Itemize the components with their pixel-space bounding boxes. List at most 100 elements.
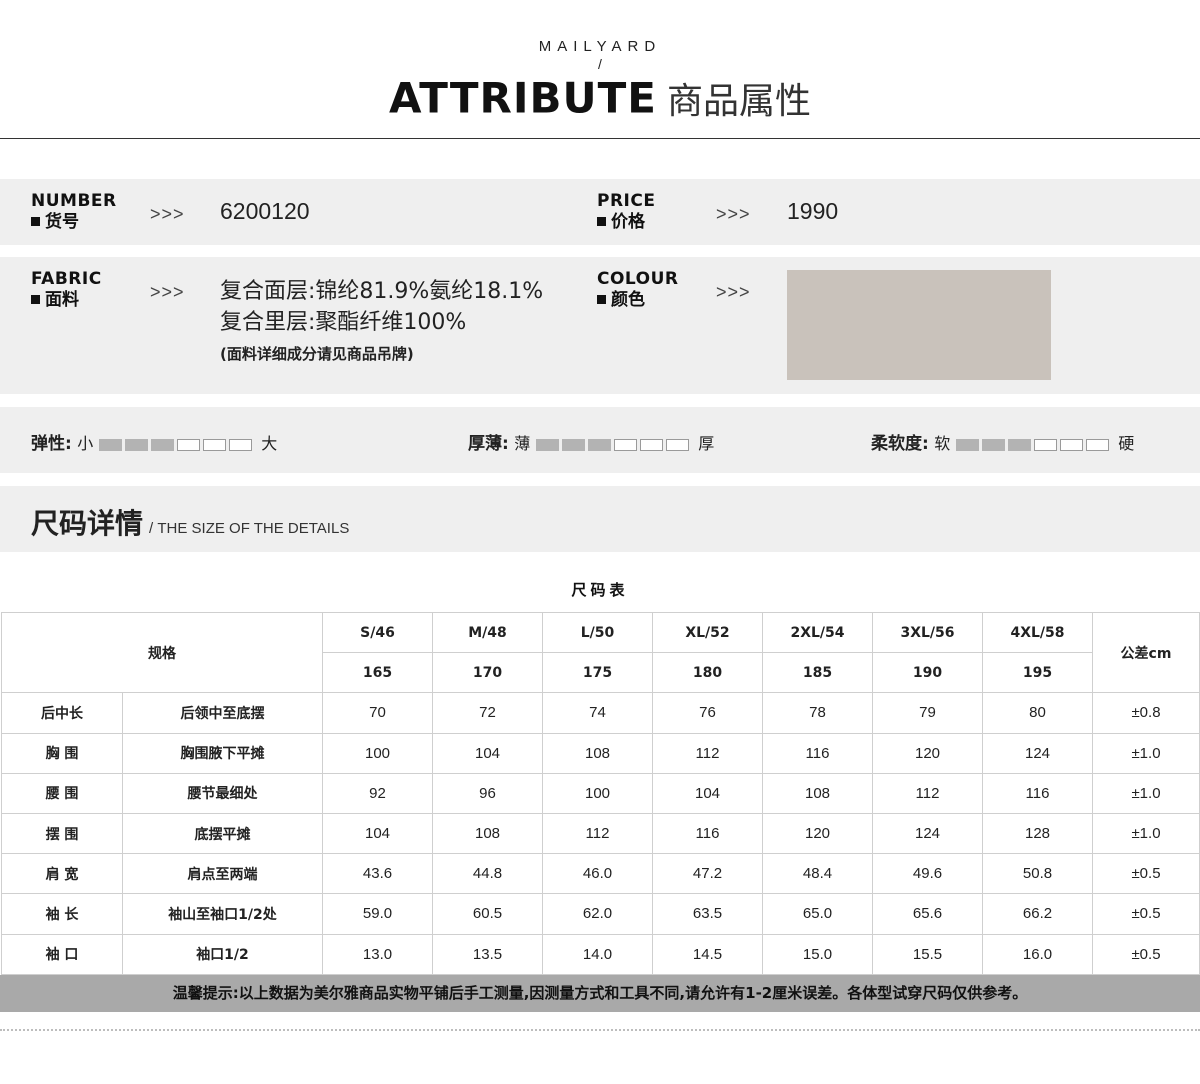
value-cell: 60.5: [432, 893, 543, 935]
square-bullet-icon: [31, 295, 40, 304]
method-cell: 腰节最细处: [122, 772, 323, 814]
info-band-number-price: NUMBER 货号 >>> 6200120 PRICE 价格 >>> 1990: [0, 179, 1200, 245]
scale-box: [640, 439, 664, 451]
method-cell: 底摆平摊: [122, 812, 323, 855]
value-cell: 62.0: [542, 893, 653, 935]
size-header: L/50: [542, 611, 653, 654]
tolerance-cell: ±1.0: [1092, 812, 1200, 855]
value-cell: 128: [982, 812, 1093, 855]
value-cell: 96: [432, 772, 543, 814]
number-arrows: >>>: [150, 204, 185, 224]
value-cell: 104: [322, 812, 433, 855]
number-label-cn-text: 货号: [45, 212, 79, 232]
height-header: 195: [982, 652, 1093, 694]
colour-label-cn-text: 颜色: [611, 290, 645, 310]
scale-boxes: [956, 435, 1112, 455]
fabric-arrows: >>>: [150, 282, 185, 302]
part-cell: 后中长: [1, 692, 123, 734]
value-cell: 44.8: [432, 853, 543, 895]
value-cell: 124: [982, 732, 1093, 774]
size-table: 规格 S/46 M/48 L/50 XL/52 2XL/54 3XL/56 4XL/58 公差c…: [1, 611, 1200, 975]
value-cell: 104: [432, 732, 543, 774]
price-value: 1990: [787, 198, 839, 224]
value-cell: 43.6: [322, 853, 433, 895]
tolerance-cell: ±0.5: [1092, 893, 1200, 935]
value-cell: 112: [652, 732, 763, 774]
size-section-header: 尺码详情 / THE SIZE OF THE DETAILS: [0, 486, 1200, 552]
value-cell: 48.4: [762, 853, 873, 895]
square-bullet-icon: [31, 217, 40, 226]
size-section-title-cn: 尺码详情: [31, 507, 144, 540]
scale-high: 大: [261, 434, 278, 453]
colour-arrows: >>>: [716, 282, 751, 302]
size-table-caption: 尺码表: [571, 581, 629, 599]
scale-box: [203, 439, 227, 451]
value-cell: 80: [982, 692, 1093, 734]
value-cell: 78: [762, 692, 873, 734]
info-band-fabric-colour: FABRIC 面料 >>> 复合面层:锦纶81.9%氨纶18.1% 复合里层:聚…: [0, 257, 1200, 394]
height-header: 180: [652, 652, 763, 694]
tolerance-cell: ±0.5: [1092, 853, 1200, 895]
value-cell: 49.6: [872, 853, 983, 895]
size-header: S/46: [322, 611, 433, 654]
value-cell: 14.5: [652, 933, 763, 975]
price-label-cn: 价格: [597, 211, 655, 233]
value-cell: 100: [322, 732, 433, 774]
tolerance-cell: ±0.8: [1092, 692, 1200, 734]
size-header-row: 规格 S/46 M/48 L/50 XL/52 2XL/54 3XL/56 4XL/58 公差c…: [1, 611, 1200, 694]
scale-box: [125, 439, 149, 451]
table-row: 胸 围胸围腋下平摊 100 104 108 112 116 120 124 ±1.0: [1, 732, 1200, 774]
table-row: 腰 围腰节最细处 92 96 100 104 108 112 116 ±1.0: [1, 772, 1200, 814]
fabric-label-en: FABRIC: [31, 269, 102, 289]
method-cell: 肩点至两端: [122, 853, 323, 895]
scale-low: 小: [77, 434, 94, 453]
scale-box: [588, 439, 612, 451]
value-cell: 79: [872, 692, 983, 734]
scale-box: [1086, 439, 1110, 451]
fabric-line-1: 复合面层:锦纶81.9%氨纶18.1%: [220, 279, 544, 304]
method-cell: 胸围腋下平摊: [122, 732, 323, 774]
colour-label: COLOUR 颜色: [597, 269, 679, 311]
fabric-note: (面料详细成分请见商品吊牌): [220, 345, 414, 363]
value-cell: 13.5: [432, 933, 543, 975]
scale-boxes: [536, 435, 692, 455]
title-en: ATTRIBUTE: [389, 73, 657, 123]
scale-box: [956, 439, 980, 451]
height-header: 170: [432, 652, 543, 694]
scale-box: [982, 439, 1006, 451]
value-cell: 16.0: [982, 933, 1093, 975]
scale-box: [666, 439, 690, 451]
tolerance-header: 公差cm: [1092, 611, 1200, 694]
part-cell: 腰 围: [1, 772, 123, 814]
value-cell: 63.5: [652, 893, 763, 935]
scale-name: 柔软度:: [871, 434, 929, 454]
value-cell: 70: [322, 692, 433, 734]
part-cell: 胸 围: [1, 732, 123, 774]
scale-elasticity: 弹性: 小 大: [31, 429, 277, 455]
scale-box: [614, 439, 638, 451]
scale-box: [1008, 439, 1032, 451]
attribute-scales: 弹性: 小 大 厚薄: 薄 厚 柔软度: 软 硬: [0, 407, 1200, 473]
number-label-en: NUMBER: [31, 191, 117, 211]
value-cell: 104: [652, 772, 763, 814]
tolerance-cell: ±0.5: [1092, 933, 1200, 975]
number-value: 6200120: [220, 198, 310, 224]
value-cell: 100: [542, 772, 653, 814]
value-cell: 76: [652, 692, 763, 734]
value-cell: 116: [762, 732, 873, 774]
height-header: 175: [542, 652, 653, 694]
scale-name: 弹性:: [31, 434, 72, 454]
part-cell: 袖 长: [1, 893, 123, 935]
size-section-title: 尺码详情 / THE SIZE OF THE DETAILS: [31, 502, 349, 542]
table-row: 后中长 后领中至底摆 70 72 74 76 78 79 80 ±0.8: [1, 692, 1200, 734]
size-header: M/48: [432, 611, 543, 654]
value-cell: 108: [762, 772, 873, 814]
value-cell: 112: [542, 812, 653, 855]
scale-boxes: [99, 435, 255, 455]
spec-header: 规格: [1, 611, 323, 694]
value-cell: 72: [432, 692, 543, 734]
scale-high: 厚: [698, 434, 715, 453]
title-cn: 商品属性: [666, 81, 811, 122]
brand-slash: /: [598, 56, 602, 72]
number-label: NUMBER 货号: [31, 191, 117, 233]
